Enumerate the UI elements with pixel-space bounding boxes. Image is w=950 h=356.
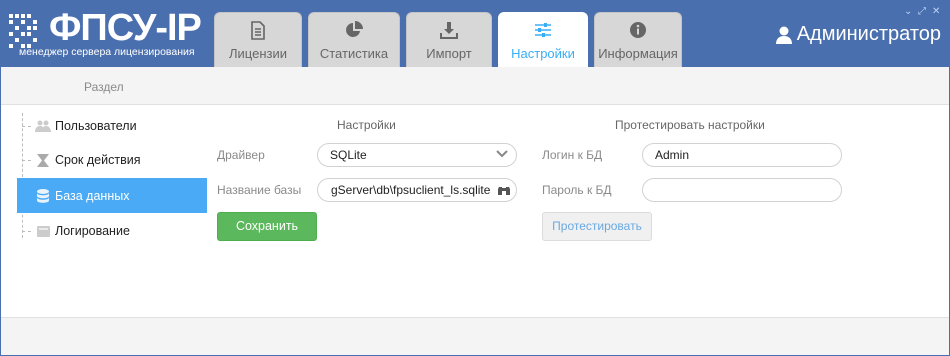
app-window: ФПСУ-IP менеджер сервера лицензирования … (0, 0, 950, 356)
sidebar-item-users[interactable]: Пользователи (17, 109, 207, 143)
login-label: Логин к БД (542, 148, 603, 162)
tab-settings[interactable]: Настройки (498, 12, 588, 67)
logo-subtitle: менеджер сервера лицензирования (19, 46, 195, 58)
dbname-input[interactable]: gServer\db\fpsuclient_ls.sqlite (317, 178, 517, 202)
log-icon (35, 224, 51, 238)
test-settings-heading: Протестировать настройки (615, 118, 765, 132)
sliders-icon (499, 21, 587, 41)
user-icon (775, 26, 792, 44)
tab-label: Настройки (511, 46, 575, 61)
users-icon (35, 119, 51, 133)
binoculars-icon[interactable] (498, 184, 510, 196)
tab-info[interactable]: Информация (594, 12, 682, 67)
tree-branch (22, 195, 31, 196)
chevron-down-icon (496, 150, 508, 158)
minimize-icon[interactable]: ⌄ (904, 7, 913, 17)
dbname-value: gServer\db\fpsuclient_ls.sqlite (331, 183, 491, 197)
password-label: Пароль к БД (542, 183, 612, 197)
driver-select[interactable]: SQLite (317, 143, 517, 167)
sidebar-item-label: Пользователи (55, 119, 137, 133)
tree-branch (22, 125, 31, 127)
driver-label: Драйвер (217, 148, 265, 162)
login-input[interactable]: Admin (642, 143, 842, 167)
hourglass-icon (35, 153, 51, 167)
tab-label: Информация (598, 46, 678, 61)
logo-title: ФПСУ-IP (49, 7, 202, 49)
footer-bar (1, 317, 949, 355)
tree-branch (22, 230, 31, 232)
tab-label: Импорт (426, 46, 472, 61)
maximize-icon[interactable]: ⤢ (918, 7, 927, 17)
settings-heading: Настройки (337, 118, 396, 132)
password-input[interactable] (642, 178, 842, 202)
sidebar-item-label: Срок действия (55, 153, 141, 167)
pie-chart-icon (309, 21, 399, 41)
header-bar: ФПСУ-IP менеджер сервера лицензирования … (1, 1, 949, 67)
app-logo: ФПСУ-IP менеджер сервера лицензирования (9, 6, 204, 61)
tab-label: Лицензии (229, 46, 287, 61)
login-value: Admin (655, 148, 690, 162)
user-menu[interactable]: Администратор (775, 23, 941, 46)
info-icon (595, 21, 681, 41)
sidebar-item-label: Логирование (55, 224, 130, 238)
sidebar-item-label: База данных (55, 188, 130, 203)
sidebar-item-expiration[interactable]: Срок действия (17, 143, 207, 177)
section-bar: Раздел (1, 67, 949, 105)
download-icon (407, 21, 491, 41)
tab-import[interactable]: Импорт (406, 12, 492, 67)
test-button[interactable]: Протестировать (542, 212, 652, 241)
sidebar-item-database[interactable]: База данных (17, 178, 207, 213)
tab-label: Статистика (319, 46, 389, 61)
tab-statistics[interactable]: Статистика (308, 12, 400, 67)
database-icon (35, 188, 51, 203)
sidebar-item-logging[interactable]: Логирование (17, 214, 207, 248)
document-icon (215, 21, 301, 41)
tree-branch (22, 159, 31, 161)
save-button[interactable]: Сохранить (217, 212, 317, 241)
close-icon[interactable]: ✕ (932, 7, 941, 17)
tab-licenses[interactable]: Лицензии (214, 12, 302, 67)
breadcrumb: Раздел (84, 80, 124, 94)
sidebar: Пользователи Срок действия База данных Л… (1, 105, 207, 317)
user-name: Администратор (796, 23, 941, 45)
dbname-label: Название базы (217, 183, 302, 197)
window-controls: ⌄ ⤢ ✕ (904, 7, 941, 17)
driver-value: SQLite (330, 148, 367, 162)
